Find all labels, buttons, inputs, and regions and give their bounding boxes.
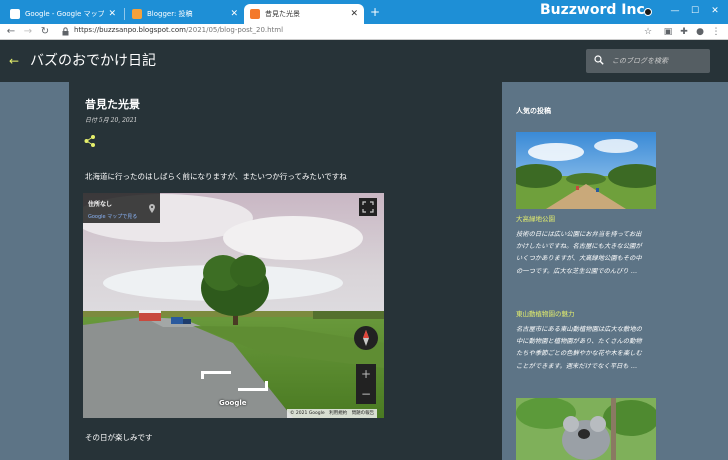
back-arrow-icon[interactable]: ← xyxy=(4,25,18,39)
tab-label: 昔見た光景 xyxy=(265,10,300,18)
tab-google-maps[interactable]: Google - Google マップ ✕ xyxy=(4,4,122,24)
snippet-line: ことができます。週末だけでなく平日も … xyxy=(516,362,638,370)
sidebar-heading: 人気の投稿 xyxy=(516,107,551,115)
post-title: 昔見た光景 xyxy=(85,98,140,111)
snippet-line: かけしたいですね。名古屋にも大きな公園が xyxy=(516,243,642,251)
snippet-line: の一つです。広大な芝生公園でのんびり … xyxy=(516,267,638,275)
navigation-arrow-icon[interactable] xyxy=(201,371,204,379)
search-icon[interactable] xyxy=(594,55,604,65)
navigation-arrow-icon[interactable] xyxy=(201,371,231,374)
url-field[interactable]: https://buzzsanpo.blogspot.com/2021/05/b… xyxy=(74,26,283,34)
street-view-info-card: 住所なし Google マップで見る xyxy=(83,193,160,223)
close-tab-icon[interactable]: ✕ xyxy=(350,9,358,19)
account-icon[interactable]: ● xyxy=(694,26,706,38)
popular-post-snippet: 技術の日には広い公園にお弁当を持ってお出 かけしたいですね。名古屋にも大きな公園… xyxy=(516,229,658,278)
post-paragraph: 北海道に行ったのはしばらく前になりますが、またいつか行ってみたいですね xyxy=(85,172,347,181)
snippet-line: 名古屋市にある東山動植物園は広大な敷地の xyxy=(516,326,642,333)
popular-posts-sidebar: 人気の投稿 大高緑地公園 技術の日には広い公園にお弁当を持ってお出 かけしたいで… xyxy=(505,82,667,460)
browser-titlebar: Google - Google マップ ✕ Blogger: 投稿 ✕ 昔見た光… xyxy=(0,0,728,24)
tab-blogger[interactable]: Blogger: 投稿 ✕ xyxy=(126,4,244,24)
lock-icon xyxy=(62,27,69,36)
blogger-favicon-icon xyxy=(132,9,142,19)
tab-current-post[interactable]: 昔見た光景 ✕ xyxy=(244,4,364,24)
close-tab-icon[interactable]: ✕ xyxy=(230,9,238,19)
navigation-arrow-icon[interactable] xyxy=(265,381,268,391)
map-pin-icon[interactable] xyxy=(149,204,155,213)
post-body: 昔見た光景 日付 5月 20, 2021 北海道に行ったのはしばらく前になります… xyxy=(69,82,502,460)
navigation-arrow-icon[interactable] xyxy=(238,388,268,391)
post-date: 日付 5月 20, 2021 xyxy=(85,117,138,124)
snippet-line: 中に動物園と植物園があり、たくさんの動物 xyxy=(516,338,642,346)
maximize-button[interactable]: ☐ xyxy=(686,3,704,19)
koala-thumbnail[interactable] xyxy=(516,398,656,460)
blog-header: ← バズのおでかけ日記 xyxy=(0,40,728,82)
watermark-text: Buzzword Inc. xyxy=(540,2,651,18)
google-maps-link[interactable]: Google マップで見る xyxy=(88,213,137,220)
popular-post-link[interactable]: 大高緑地公園 xyxy=(516,213,555,223)
popular-post-link[interactable]: 東山動植物園の魅力 xyxy=(516,308,575,318)
zoom-in-button[interactable]: + xyxy=(356,364,376,384)
compass-icon[interactable] xyxy=(354,326,378,350)
zoom-control: + − xyxy=(356,364,376,404)
minimize-button[interactable]: — xyxy=(666,3,684,19)
address-bar: ← → ↻ https://buzzsanpo.blogspot.com/202… xyxy=(0,24,728,40)
post-paragraph: その日が楽しみです xyxy=(85,433,153,442)
popular-post-snippet: 名古屋市にある東山動植物園は広大な敷地の 中に動物園と植物園があり、たくさんの動… xyxy=(516,324,658,373)
snippet-line: いくつかありますが、大高緑地公園もその中 xyxy=(516,255,642,263)
zoom-out-button[interactable]: − xyxy=(356,384,376,404)
forward-arrow-icon[interactable]: → xyxy=(21,25,35,39)
park-thumbnail[interactable] xyxy=(516,132,656,209)
blog-title[interactable]: バズのおでかけ日記 xyxy=(30,50,156,70)
street-view-panorama[interactable] xyxy=(83,193,384,418)
close-tab-icon[interactable]: ✕ xyxy=(108,9,116,19)
tab-divider xyxy=(124,8,125,20)
snippet-line: たちや季節ごとの色鮮やかな花や木を楽しむ xyxy=(516,350,642,358)
star-icon[interactable]: ☆ xyxy=(642,26,654,38)
new-tab-button[interactable]: + xyxy=(368,5,382,19)
back-arrow-icon[interactable]: ← xyxy=(9,54,19,68)
profile-dot-icon xyxy=(644,8,652,16)
close-window-button[interactable]: ✕ xyxy=(706,3,724,19)
search-input[interactable] xyxy=(612,49,706,73)
tab-label: Blogger: 投稿 xyxy=(147,10,193,18)
snippet-line: 技術の日には広い公園にお弁当を持ってお出 xyxy=(516,231,642,238)
menu-icon[interactable]: ⋮ xyxy=(710,26,722,38)
blogger-favicon-icon xyxy=(250,9,260,19)
street-view-address: 住所なし xyxy=(88,201,113,208)
fullscreen-icon[interactable] xyxy=(359,198,377,216)
url-host: https://buzzsanpo.blogspot.com xyxy=(74,26,186,34)
tab-label: Google - Google マップ xyxy=(25,10,105,18)
reload-icon[interactable]: ↻ xyxy=(38,25,52,39)
search-box xyxy=(586,49,710,73)
google-logo: Google xyxy=(219,399,247,407)
map-terms[interactable]: © 2021 Google 利用規約 問題の報告 xyxy=(287,409,378,418)
street-view-embed[interactable]: 住所なし Google マップで見る + − Google © 2021 Goo… xyxy=(83,193,384,418)
extension-icon[interactable]: ▣ xyxy=(662,26,674,38)
share-icon[interactable] xyxy=(83,134,97,148)
url-path: /2021/05/blog-post_20.html xyxy=(185,26,284,34)
google-maps-favicon-icon xyxy=(10,9,20,19)
puzzle-icon[interactable]: ✚ xyxy=(678,26,690,38)
